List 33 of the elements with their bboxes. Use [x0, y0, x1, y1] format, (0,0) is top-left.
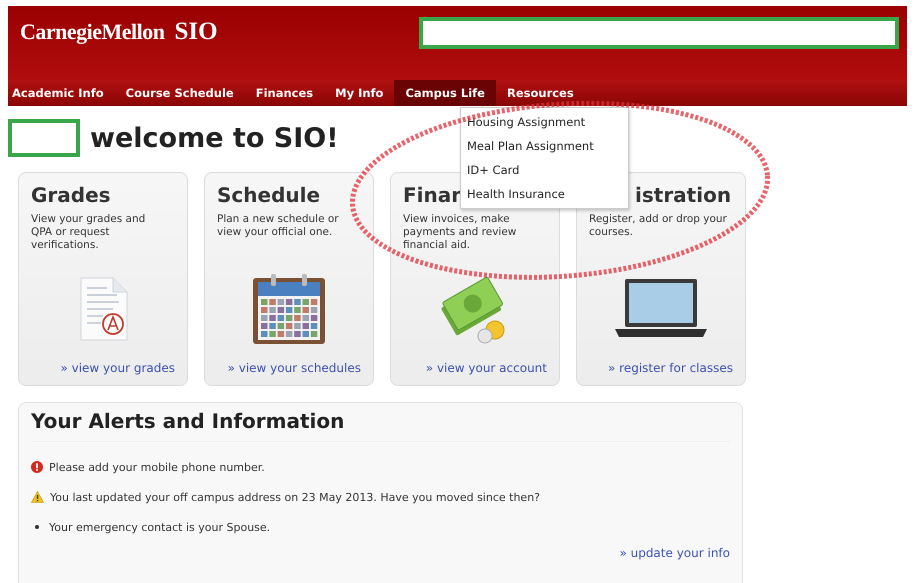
- alerts-title: Your Alerts and Information: [31, 409, 730, 442]
- nav-item[interactable]: Academic Info: [8, 80, 115, 106]
- card-description: Register, add or drop your courses.: [589, 213, 728, 240]
- card-description: View your grades and QPA or request verifications.: [31, 213, 146, 253]
- card-title: Grades: [31, 183, 111, 207]
- calendar-icon: [251, 272, 327, 346]
- redaction-box: [8, 119, 80, 157]
- card-link[interactable]: » register for classes: [608, 361, 733, 375]
- menu-item[interactable]: Housing Assignment: [461, 110, 628, 134]
- nav-item[interactable]: Resources: [496, 80, 585, 106]
- card-description: Plan a new schedule or view your official one.: [217, 213, 340, 240]
- card-title: istration: [635, 183, 732, 207]
- nav-item[interactable]: Finances: [244, 80, 324, 106]
- nav-item[interactable]: My Info: [324, 80, 394, 106]
- logo-text: CarnegieMellon: [20, 19, 165, 45]
- alert-text: Please add your mobile phone number.: [49, 460, 265, 474]
- card-title: Schedule: [217, 183, 320, 207]
- logo-app-name: SIO: [174, 18, 218, 46]
- welcome-heading: welcome to SIO!: [90, 122, 339, 154]
- menu-item[interactable]: Health Insurance: [461, 182, 628, 206]
- card-link[interactable]: » view your grades: [60, 361, 175, 375]
- alert-text: You last updated your off campus address on 23 May 2013. Have you moved since then?: [50, 490, 540, 504]
- error-icon: [31, 461, 43, 473]
- card-description: View invoices, make payments and review financial aid.: [403, 213, 518, 253]
- card-link[interactable]: » view your schedules: [228, 361, 361, 375]
- warning-icon: [31, 491, 44, 503]
- alert-text: Your emergency contact is your Spouse.: [49, 520, 270, 534]
- menu-item[interactable]: ID+ Card: [461, 158, 628, 182]
- update-info-link[interactable]: » update your info: [619, 546, 730, 560]
- nav-item[interactable]: Course Schedule: [114, 80, 245, 106]
- card-link[interactable]: » view your account: [426, 361, 547, 375]
- menu-item[interactable]: Meal Plan Assignment: [461, 134, 628, 158]
- nav-item[interactable]: Campus Life: [394, 80, 496, 106]
